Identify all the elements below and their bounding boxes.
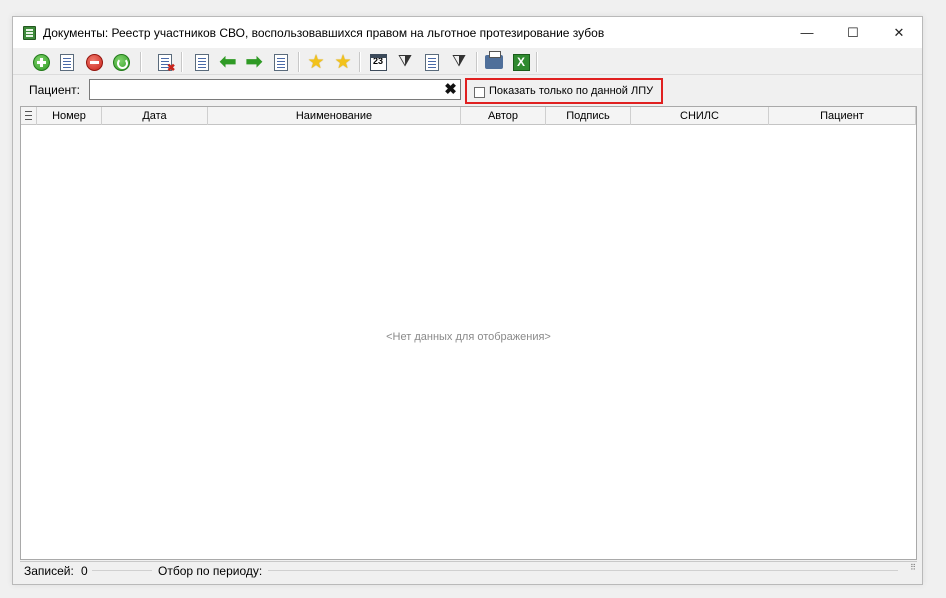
copy-icon	[195, 53, 209, 71]
status-divider	[92, 570, 152, 571]
app-document-icon	[23, 26, 36, 40]
column-chooser-button[interactable]	[21, 107, 37, 125]
toolbar-separator	[181, 52, 182, 72]
filter-button[interactable]: ⧩	[394, 51, 416, 73]
minimize-button[interactable]: —	[784, 17, 830, 48]
move-left-button[interactable]: ⬅	[217, 51, 239, 73]
arrow-right-icon: ➡	[245, 51, 263, 73]
document-registry-window: Документы: Реестр участников СВО, воспол…	[12, 16, 923, 585]
toolbar-separator	[536, 52, 537, 72]
records-label: Записей:	[24, 564, 74, 578]
column-header-number[interactable]: Номер	[37, 107, 102, 125]
patient-input[interactable]	[89, 79, 461, 100]
delete-document-icon: ✖	[158, 53, 176, 74]
refresh-button[interactable]	[110, 51, 132, 73]
paste-icon	[274, 53, 288, 71]
add-button[interactable]	[30, 51, 52, 73]
toolbar-separator	[359, 52, 360, 72]
lpu-only-checkbox[interactable]	[474, 87, 485, 98]
title-bar: Документы: Реестр участников СВО, воспол…	[13, 17, 922, 48]
print-button[interactable]	[483, 51, 505, 73]
column-header-date[interactable]: Дата	[102, 107, 208, 125]
star-add-icon: ★	[307, 51, 325, 73]
copy-button[interactable]	[191, 51, 213, 73]
period-filter-label: Отбор по периоду:	[158, 564, 263, 578]
status-divider	[268, 570, 898, 571]
favorite-load-button[interactable]: ★	[332, 51, 354, 73]
move-right-button[interactable]: ➡	[243, 51, 265, 73]
column-chooser-icon	[25, 111, 32, 120]
lpu-filter-highlight: Показать только по данной ЛПУ	[465, 78, 663, 104]
edit-document-icon	[60, 53, 74, 71]
column-header-signature[interactable]: Подпись	[546, 107, 631, 125]
toolbar: ✖ ⬅ ➡ ★ ★ 23 ⧩ ⧩ X	[13, 48, 922, 75]
empty-grid-message: <Нет данных для отображения>	[386, 331, 551, 343]
clear-patient-icon[interactable]: ✖	[443, 82, 458, 97]
maximize-icon: ☐	[847, 24, 859, 40]
column-header-snils[interactable]: СНИЛС	[631, 107, 769, 125]
maximize-button[interactable]: ☐	[830, 17, 876, 48]
filter-edit-icon	[425, 53, 439, 71]
minimize-icon: —	[800, 25, 814, 40]
column-header-name[interactable]: Наименование	[208, 107, 461, 125]
documents-grid[interactable]: Номер Дата Наименование Автор Подпись СН…	[20, 106, 917, 560]
toolbar-separator	[140, 52, 141, 72]
records-count: 0	[81, 564, 88, 578]
export-excel-button[interactable]: X	[510, 51, 532, 73]
favorite-add-button[interactable]: ★	[305, 51, 327, 73]
filter-clear-icon: ⧩	[451, 53, 467, 70]
add-icon	[32, 53, 50, 71]
lpu-only-label[interactable]: Показать только по данной ЛПУ	[489, 85, 653, 97]
arrow-left-icon: ⬅	[219, 51, 237, 73]
close-icon: ✕	[893, 24, 905, 40]
filter-icon: ⧩	[397, 53, 413, 70]
period-button[interactable]: 23	[367, 51, 389, 73]
resize-grip-icon[interactable]: ⠿	[905, 564, 916, 575]
refresh-icon	[112, 53, 130, 71]
patient-label: Пациент:	[29, 83, 81, 97]
excel-icon: X	[512, 53, 530, 71]
filter-clear-button[interactable]: ⧩	[448, 51, 470, 73]
edit-button[interactable]	[56, 51, 78, 73]
calendar-icon: 23	[369, 53, 387, 71]
close-button[interactable]: ✕	[876, 17, 922, 48]
paste-button[interactable]	[270, 51, 292, 73]
toolbar-separator	[298, 52, 299, 72]
delete-icon	[85, 53, 103, 71]
x-badge: ✖	[167, 62, 176, 74]
delete-button[interactable]	[83, 51, 105, 73]
window-title: Документы: Реестр участников СВО, воспол…	[43, 26, 605, 40]
column-header-patient[interactable]: Пациент	[769, 107, 916, 125]
filter-bar: Пациент: ✖ Показать только по данной ЛПУ	[13, 76, 922, 104]
filter-edit-button[interactable]	[421, 51, 443, 73]
grid-header: Номер Дата Наименование Автор Подпись СН…	[21, 107, 916, 125]
star-down-icon: ★	[334, 51, 352, 73]
print-icon	[485, 51, 503, 69]
delete-document-button[interactable]: ✖	[154, 51, 176, 73]
status-bar: Записей: 0 Отбор по периоду: ⠿	[20, 561, 917, 578]
toolbar-separator	[476, 52, 477, 72]
column-header-author[interactable]: Автор	[461, 107, 546, 125]
